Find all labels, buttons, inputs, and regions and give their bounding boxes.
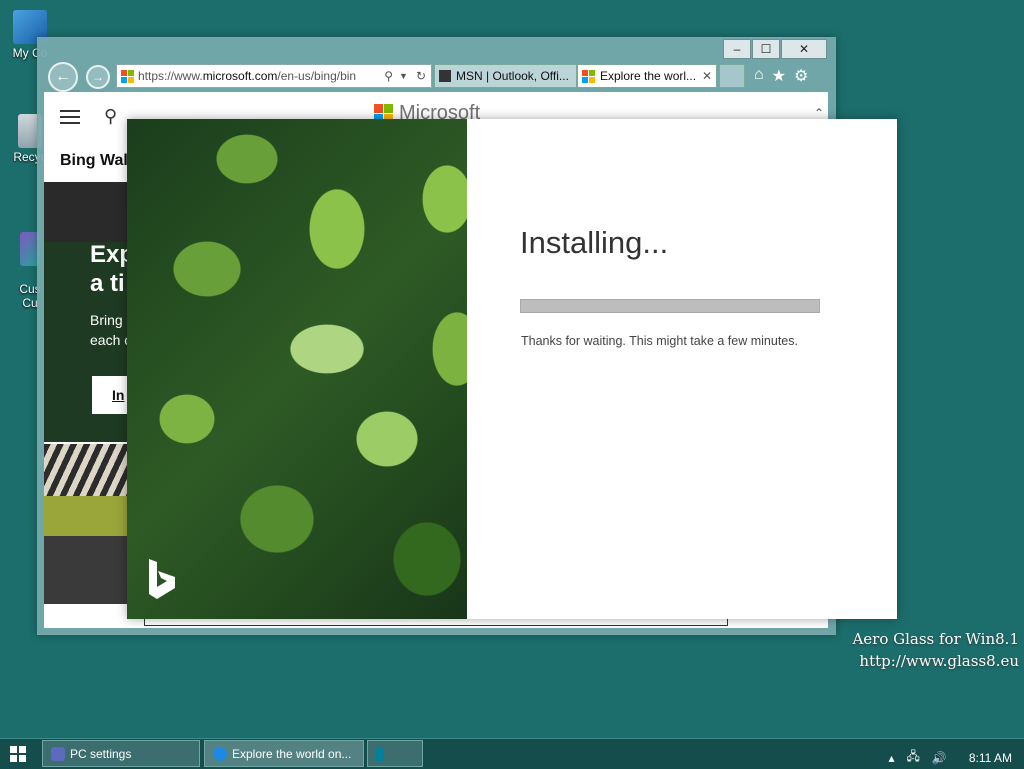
search-icon[interactable]: ⚲ (104, 106, 117, 127)
arrow-left-icon: ← (55, 68, 71, 85)
taskbar-item-label: Explore the world on... (232, 746, 352, 761)
favorites-star-icon[interactable]: ★ (772, 66, 786, 86)
address-url[interactable]: https://www.microsoft.com/en-us/bing/bin (134, 69, 381, 83)
taskbar-item-explore[interactable]: Explore the world on... (204, 740, 364, 767)
tab-label: MSN | Outlook, Offi... (456, 69, 569, 83)
forward-button[interactable]: → (86, 65, 110, 89)
taskbar: PC settings Explore the world on... ▴ 🖧 … (0, 738, 1024, 769)
aero-glass-watermark: Aero Glass for Win8.1 http://www.glass8.… (852, 628, 1019, 672)
settings-gear-icon (51, 746, 65, 761)
site-favicon-icon (121, 69, 134, 83)
taskbar-item-label: PC settings (70, 746, 132, 761)
internet-explorer-icon (213, 746, 227, 761)
hero-text: Bring each c (90, 312, 132, 348)
watermark-line2: http://www.glass8.eu (859, 652, 1019, 670)
network-icon[interactable]: 🖧 (907, 747, 920, 768)
settings-gear-icon[interactable]: ⚙ (794, 66, 808, 86)
window-controls: ‒ ☐ ✕ (723, 39, 827, 59)
search-icon[interactable]: ⚲ (384, 69, 393, 83)
close-button[interactable]: ✕ (781, 39, 827, 59)
dropdown-arrow-icon[interactable]: ▼ (399, 71, 408, 81)
installer-content: Installing... Thanks for waiting. This m… (467, 119, 897, 619)
bing-icon (376, 746, 384, 761)
tab-explore-the-world[interactable]: Explore the worl... ✕ (577, 64, 717, 88)
close-tab-icon[interactable]: ✕ (702, 69, 712, 83)
taskbar-item-bing[interactable] (367, 740, 423, 767)
back-button[interactable]: ← (48, 62, 78, 92)
scroll-up-icon[interactable]: ⌃ (814, 106, 824, 120)
installer-dialog: Installing... Thanks for waiting. This m… (127, 119, 897, 619)
tab-msn[interactable]: MSN | Outlook, Offi... (434, 64, 577, 88)
menu-icon[interactable] (60, 110, 80, 124)
msn-icon (439, 70, 451, 82)
taskbar-item-pc-settings[interactable]: PC settings (42, 740, 200, 767)
start-button[interactable] (10, 746, 26, 762)
watermark-line1: Aero Glass for Win8.1 (852, 630, 1019, 648)
installing-message: Thanks for waiting. This might take a fe… (521, 334, 798, 348)
maximize-button[interactable]: ☐ (752, 39, 780, 59)
arrow-right-icon: → (92, 70, 104, 84)
succulent-image (127, 119, 467, 619)
volume-icon[interactable]: 🔊 (932, 751, 947, 765)
bing-logo-icon (149, 559, 175, 599)
minimize-button[interactable]: ‒ (723, 39, 751, 59)
browser-toolbar: ⌂ ★ ⚙ (754, 66, 808, 86)
section-title: Bing Wall (60, 152, 133, 169)
microsoft-favicon-icon (582, 69, 595, 83)
installing-title: Installing... (520, 225, 669, 260)
clock[interactable]: 8:11 AM (969, 751, 1012, 765)
refresh-icon[interactable]: ↻ (416, 69, 426, 83)
show-hidden-icons-icon[interactable]: ▴ (888, 751, 894, 765)
home-icon[interactable]: ⌂ (754, 66, 764, 86)
address-bar[interactable]: https://www.microsoft.com/en-us/bing/bin… (116, 64, 432, 88)
install-progress-bar (520, 299, 820, 313)
tab-label: Explore the worl... (600, 69, 697, 83)
new-tab-button[interactable] (719, 64, 745, 88)
system-tray: ▴ 🖧 🔊 8:11 AM (888, 747, 1012, 768)
